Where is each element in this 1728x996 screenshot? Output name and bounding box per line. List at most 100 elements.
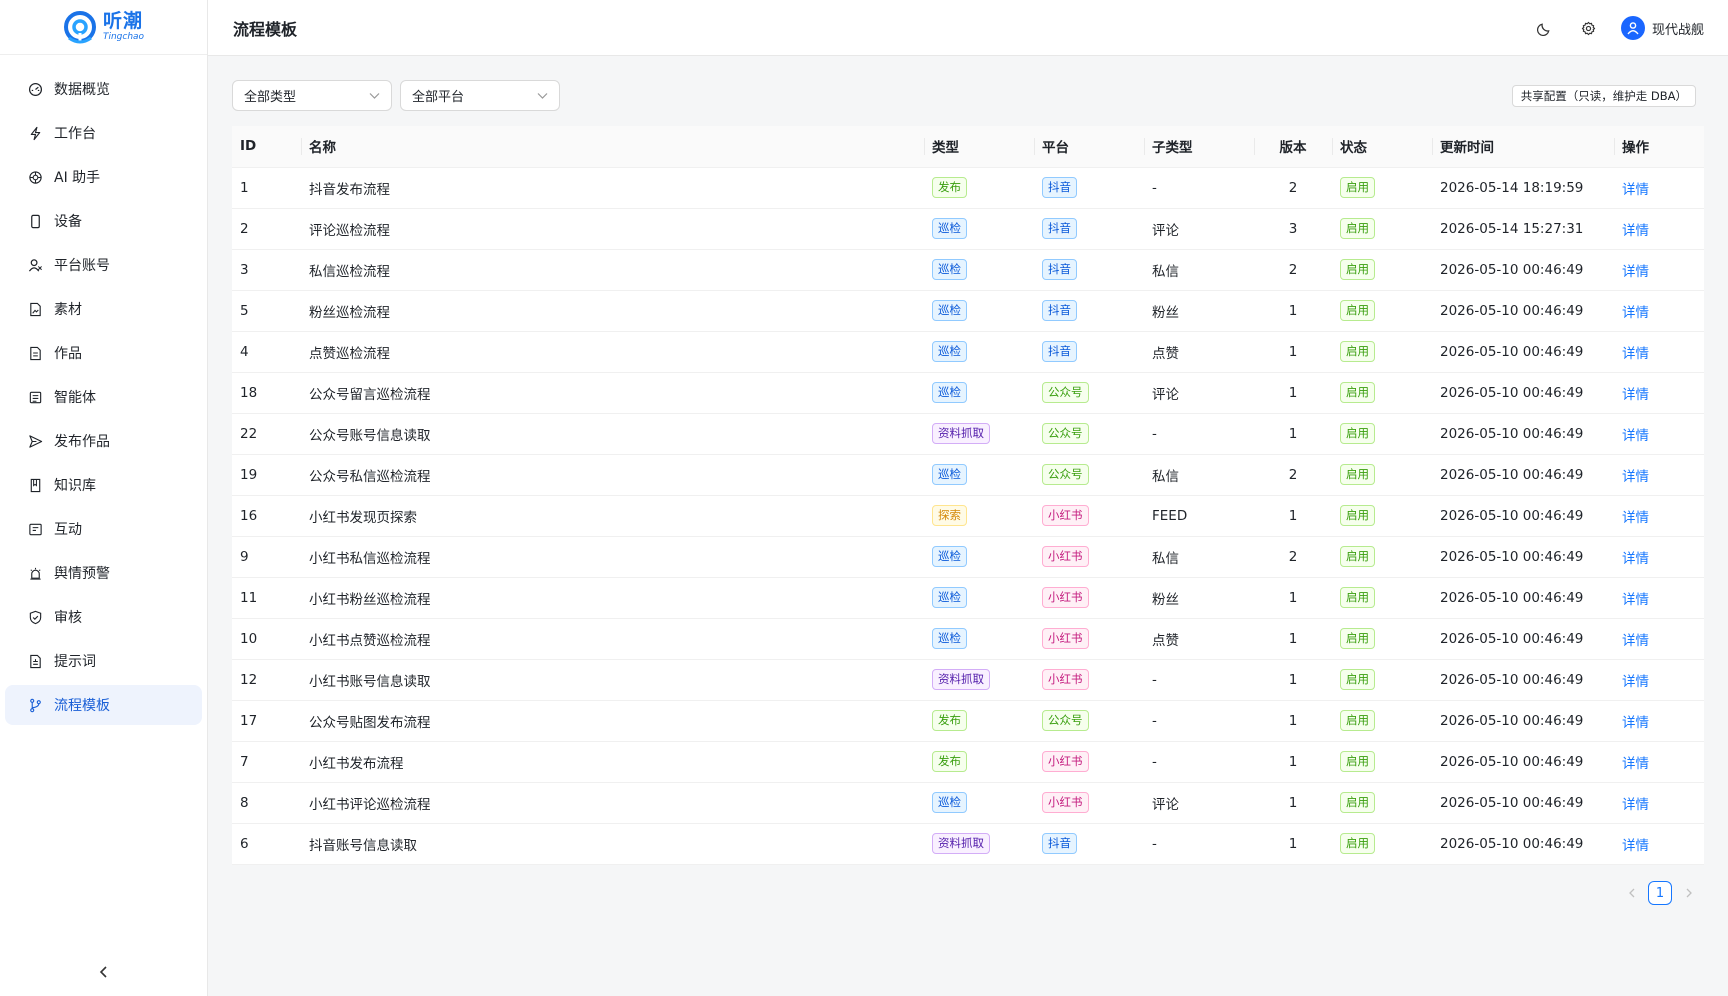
detail-link[interactable]: 详情 — [1622, 674, 1649, 690]
cell-type: 巡检 — [924, 618, 1034, 660]
cell-platform: 小红书 — [1034, 495, 1144, 537]
page-number-button[interactable]: 1 — [1648, 881, 1672, 905]
detail-link[interactable]: 详情 — [1622, 182, 1649, 198]
detail-link[interactable]: 详情 — [1622, 223, 1649, 239]
sidebar-item-11[interactable]: 舆情预警 — [5, 553, 202, 593]
prompt-icon — [30, 654, 41, 668]
status-badge: 启用 — [1340, 792, 1375, 813]
cell-name: 私信巡检流程 — [301, 249, 924, 291]
sidebar-item-0[interactable]: 数据概览 — [5, 69, 202, 109]
platform-tag: 小红书 — [1042, 751, 1089, 772]
cell-subtype: - — [1144, 413, 1254, 455]
book-icon — [30, 478, 41, 492]
detail-link[interactable]: 详情 — [1622, 797, 1649, 813]
table-row: 8 小红书评论巡检流程 巡检 小红书 评论 1 启用 2026-05-10 00:46:49 详… — [232, 782, 1704, 824]
cell-platform: 抖音 — [1034, 823, 1144, 865]
table-row: 22 公众号账号信息读取 资料抓取 公众号 -1 启用 2026-05-10 00:46:4… — [232, 413, 1704, 455]
cell-type: 发布 — [924, 167, 1034, 209]
detail-link[interactable]: 详情 — [1622, 715, 1649, 731]
prev-page-button[interactable] — [1624, 882, 1640, 904]
type-tag: 巡检 — [932, 382, 967, 403]
page-title: 流程模板 — [233, 19, 298, 39]
cell-type: 发布 — [924, 700, 1034, 742]
column-header: 状态 — [1332, 126, 1432, 168]
cell-action: 详情 — [1614, 372, 1704, 414]
cell-subtype: 点赞 — [1144, 331, 1254, 373]
detail-link[interactable]: 详情 — [1622, 346, 1649, 362]
detail-link[interactable]: 详情 — [1622, 264, 1649, 280]
detail-link[interactable]: 详情 — [1622, 510, 1649, 526]
status-badge: 启用 — [1340, 341, 1375, 362]
type-filter-select[interactable]: 全部类型 — [232, 80, 392, 111]
cell-platform: 公众号 — [1034, 372, 1144, 414]
table-row: 12 小红书账号信息读取 资料抓取 小红书 -1 启用 2026-05-10 00:46:4… — [232, 659, 1704, 701]
sidebar-item-6[interactable]: 作品 — [5, 333, 202, 373]
type-tag: 资料抓取 — [932, 669, 990, 690]
status-badge: 启用 — [1340, 587, 1375, 608]
sidebar-item-10[interactable]: 互动 — [5, 509, 202, 549]
sidebar-item-9[interactable]: 知识库 — [5, 465, 202, 505]
cell-status: 启用 — [1332, 659, 1432, 701]
platform-filter-select[interactable]: 全部平台 — [400, 80, 560, 111]
detail-link[interactable]: 详情 — [1622, 387, 1649, 403]
sidebar-item-14[interactable]: 流程模板 — [5, 685, 202, 725]
cell-status: 启用 — [1332, 782, 1432, 824]
cell-name: 公众号账号信息读取 — [301, 413, 924, 455]
platform-tag: 抖音 — [1042, 177, 1077, 198]
settings-button[interactable] — [1575, 14, 1603, 42]
detail-link[interactable]: 详情 — [1622, 469, 1649, 485]
platform-tag: 抖音 — [1042, 259, 1077, 280]
cell-version: 3 — [1254, 208, 1332, 250]
cell-id: 1 — [232, 167, 301, 209]
cell-name: 小红书账号信息读取 — [301, 659, 924, 701]
cell-type: 巡检 — [924, 331, 1034, 373]
cell-name: 小红书发现页探索 — [301, 495, 924, 537]
detail-link[interactable]: 详情 — [1622, 756, 1649, 772]
table-row: 6 抖音账号信息读取 资料抓取 抖音 -1 启用 2026-05-10 00:46:49 详情 — [232, 823, 1704, 865]
cell-version: 1 — [1254, 618, 1332, 660]
sidebar-item-13[interactable]: 提示词 — [5, 641, 202, 681]
user-menu[interactable]: 现代战舰 — [1620, 16, 1704, 40]
theme-toggle-button[interactable] — [1531, 14, 1559, 42]
sidebar-item-2[interactable]: AI 助手 — [5, 157, 202, 197]
detail-link[interactable]: 详情 — [1622, 305, 1649, 321]
sidebar-item-3[interactable]: 设备 — [5, 201, 202, 241]
cell-version: 1 — [1254, 782, 1332, 824]
detail-link[interactable]: 详情 — [1622, 592, 1649, 608]
cell-name: 小红书评论巡检流程 — [301, 782, 924, 824]
sidebar-item-4[interactable]: 平台账号 — [5, 245, 202, 285]
type-tag: 巡检 — [932, 464, 967, 485]
cell-subtype: FEED — [1144, 495, 1254, 537]
sidebar-item-12[interactable]: 审核 — [5, 597, 202, 637]
file-image-icon — [30, 302, 41, 316]
collapse-sidebar-button[interactable] — [94, 962, 114, 982]
sidebar-item-1[interactable]: 工作台 — [5, 113, 202, 153]
column-header: 类型 — [924, 126, 1034, 168]
detail-link[interactable]: 详情 — [1622, 633, 1649, 649]
sidebar-item-8[interactable]: 发布作品 — [5, 421, 202, 461]
cell-updated: 2026-05-14 15:27:31 — [1432, 208, 1614, 250]
type-tag: 巡检 — [932, 259, 967, 280]
type-tag: 发布 — [932, 751, 967, 772]
detail-link[interactable]: 详情 — [1622, 838, 1649, 854]
detail-link[interactable]: 详情 — [1622, 428, 1649, 444]
cell-id: 2 — [232, 208, 301, 250]
cell-updated: 2026-05-10 00:46:49 — [1432, 372, 1614, 414]
gear-icon — [1582, 21, 1596, 35]
table-row: 18 公众号留言巡检流程 巡检 公众号 评论 1 启用 2026-05-10 00:46:49… — [232, 372, 1704, 414]
cell-type: 巡检 — [924, 290, 1034, 332]
cell-id: 17 — [232, 700, 301, 742]
cell-status: 启用 — [1332, 413, 1432, 455]
cell-id: 10 — [232, 618, 301, 660]
platform-filter-value: 全部平台 — [412, 90, 465, 105]
message-icon — [29, 523, 42, 535]
brand-logo[interactable]: 听潮 Tingchao — [0, 0, 207, 55]
next-page-button[interactable] — [1680, 882, 1696, 904]
cell-type: 巡检 — [924, 208, 1034, 250]
cell-platform: 抖音 — [1034, 331, 1144, 373]
sidebar-item-7[interactable]: 智能体 — [5, 377, 202, 417]
sidebar-item-5[interactable]: 素材 — [5, 289, 202, 329]
detail-link[interactable]: 详情 — [1622, 551, 1649, 567]
cell-action: 详情 — [1614, 290, 1704, 332]
platform-tag: 小红书 — [1042, 587, 1089, 608]
